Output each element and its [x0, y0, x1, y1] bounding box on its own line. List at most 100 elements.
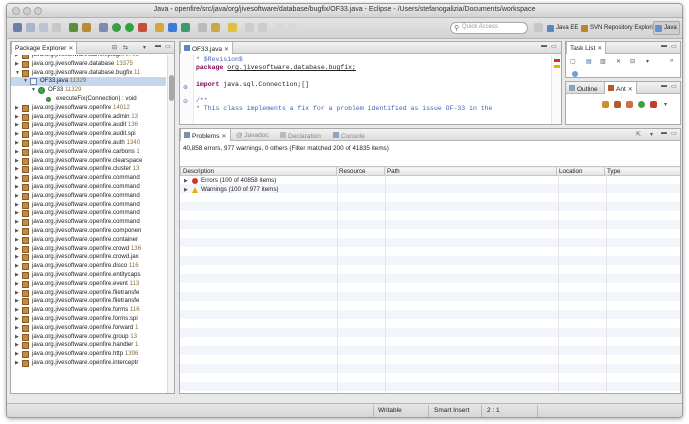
- collapsed-arrow-icon[interactable]: ▶: [15, 316, 19, 322]
- open-type-icon[interactable]: [198, 23, 207, 32]
- collapsed-arrow-icon[interactable]: ▶: [15, 193, 19, 199]
- expanded-arrow-icon[interactable]: ▼: [23, 78, 28, 84]
- collapsed-arrow-icon[interactable]: ▶: [15, 272, 19, 278]
- maximize-view-icon[interactable]: ▭: [671, 130, 677, 137]
- tree-item[interactable]: ▶ java.org.jivesoftware.openfire.disco 11…: [11, 262, 166, 271]
- tree-item[interactable]: ▶ java.org.jivesoftware.openfire.auth 134…: [11, 139, 166, 148]
- tree-item[interactable]: ▶ java.org.jivesoftware.openfire.command: [11, 209, 166, 218]
- collapsed-arrow-icon[interactable]: ▶: [15, 351, 19, 357]
- collapsed-arrow-icon[interactable]: ▶: [15, 122, 19, 128]
- tree-item[interactable]: ▼ OF33.java 11329: [11, 77, 166, 87]
- tab-ant[interactable]: Ant ✕: [604, 82, 637, 94]
- remove-buildfile-icon[interactable]: [650, 101, 657, 108]
- view-menu-icon[interactable]: ▾: [664, 101, 667, 108]
- tree-item[interactable]: ▶ java.org.jivesoftware.openfire.audit.sp…: [11, 130, 166, 139]
- collapsed-arrow-icon[interactable]: ▶: [15, 307, 19, 313]
- maximize-view-icon[interactable]: ▭: [671, 83, 677, 90]
- minimize-view-icon[interactable]: ▬: [661, 130, 667, 136]
- minimize-view-icon[interactable]: ▬: [661, 43, 667, 49]
- collapsed-arrow-icon[interactable]: ▶: [15, 158, 19, 164]
- run-target-icon[interactable]: [638, 101, 645, 108]
- tab-declaration[interactable]: Declaration: [277, 129, 324, 141]
- column-location[interactable]: Location: [556, 166, 605, 176]
- tree-item[interactable]: ▶ java.org.jivesoftware.openfire.http 139…: [11, 350, 166, 359]
- save-icon[interactable]: [26, 23, 35, 32]
- collapsed-arrow-icon[interactable]: ▶: [15, 105, 19, 111]
- collapsed-arrow-icon[interactable]: ▶: [15, 334, 19, 340]
- next-annotation-icon[interactable]: [245, 23, 254, 32]
- close-icon[interactable]: ✕: [628, 87, 633, 93]
- tree-item[interactable]: ▶ java.org.jivesoftware.openfire.forms.sp…: [11, 315, 166, 324]
- collapsed-arrow-icon[interactable]: ▶: [15, 246, 19, 252]
- tree-item[interactable]: ▶ java.org.jivesoftware.openfire.event 11…: [11, 280, 166, 289]
- collapsed-arrow-icon[interactable]: ▶: [184, 187, 188, 193]
- column-type[interactable]: Type: [604, 166, 680, 176]
- view-menu-icon[interactable]: ▾: [650, 131, 653, 138]
- code-area[interactable]: * $Revision$ package org.jivesoftware.dat…: [180, 56, 549, 124]
- categorize-icon[interactable]: ▤: [586, 58, 592, 65]
- tree-item[interactable]: ▶ java.org.jivesoftware.openfire.handler …: [11, 341, 166, 350]
- tree-item[interactable]: ▶ java.org.jivesoftware.openfire.command: [11, 218, 166, 227]
- perspective-java-ee[interactable]: Java EE: [545, 21, 581, 35]
- forward-icon[interactable]: [288, 23, 297, 32]
- tree-item[interactable]: ▼ java.org.jivesoftware.database.bugfix 1…: [11, 69, 166, 78]
- maximize-view-icon[interactable]: ▭: [551, 43, 557, 50]
- build-icon[interactable]: [69, 23, 78, 32]
- filter-icon[interactable]: ✕: [616, 58, 621, 65]
- error-marker[interactable]: [554, 59, 560, 62]
- problem-category-row[interactable]: ▶ Errors (100 of 40858 items): [180, 176, 680, 185]
- link-with-editor-icon[interactable]: ⇆: [123, 44, 128, 51]
- new-icon[interactable]: [13, 23, 22, 32]
- collapsed-arrow-icon[interactable]: ▶: [15, 342, 19, 348]
- collapsed-arrow-icon[interactable]: ▶: [15, 55, 19, 58]
- tree-item[interactable]: ▶ java.org.jivesoftware.openfire.containe…: [11, 236, 166, 245]
- collapsed-arrow-icon[interactable]: ▶: [15, 175, 19, 181]
- tree-item[interactable]: ▶ java.org.jivesoftware.openfire.crowd 13…: [11, 245, 166, 254]
- new-package-icon[interactable]: [168, 23, 177, 32]
- problem-category-row[interactable]: ▶ Warnings (100 of 977 items): [180, 185, 680, 194]
- focus-on-active-task-icon[interactable]: ⇱: [636, 131, 641, 138]
- collapsed-arrow-icon[interactable]: ▶: [15, 290, 19, 296]
- tab-of33-java[interactable]: OF33.java ✕: [180, 42, 234, 54]
- collapsed-arrow-icon[interactable]: ▶: [15, 140, 19, 146]
- collapsed-arrow-icon[interactable]: ▶: [15, 254, 19, 260]
- mark-occurrences-icon[interactable]: [228, 23, 237, 32]
- tree-item[interactable]: ▶ java.org.jivesoftware.openfire.command: [11, 192, 166, 201]
- collapsed-arrow-icon[interactable]: ▶: [15, 149, 19, 155]
- minimize-view-icon[interactable]: ▬: [661, 83, 667, 89]
- tree-item[interactable]: ▶ java.org.jivesoftware.openfire.command: [11, 183, 166, 192]
- maximize-view-icon[interactable]: ▭: [165, 43, 171, 50]
- perspective-java[interactable]: Java: [653, 21, 680, 35]
- warning-marker[interactable]: [554, 65, 560, 68]
- tree-item[interactable]: executeFix(Connection) : void: [11, 95, 166, 104]
- back-icon[interactable]: [275, 23, 284, 32]
- debug-target-icon[interactable]: [99, 23, 108, 32]
- collapsed-arrow-icon[interactable]: ▶: [15, 202, 19, 208]
- expanded-arrow-icon[interactable]: ▼: [31, 87, 36, 93]
- tree-item[interactable]: ▼ OF33 11329: [11, 86, 166, 95]
- tree-item[interactable]: ▶ java.org.jivesoftware.openfire.crowd.ja…: [11, 253, 166, 262]
- connect-mylyn-icon[interactable]: [572, 71, 578, 77]
- quick-access-input[interactable]: ⚲ Quick Access: [450, 22, 528, 34]
- collapsed-arrow-icon[interactable]: ▶: [15, 166, 19, 172]
- save-all-icon[interactable]: [39, 23, 48, 32]
- close-icon[interactable]: ✕: [68, 46, 73, 52]
- collapsed-arrow-icon[interactable]: ▶: [15, 131, 19, 137]
- hide-internal-targets-icon[interactable]: [626, 101, 633, 108]
- svn-icon[interactable]: [82, 23, 91, 32]
- tab-console[interactable]: Console: [330, 129, 368, 141]
- collapsed-arrow-icon[interactable]: ▶: [15, 184, 19, 190]
- tree-item[interactable]: ▶ java.org.jivesoftware.openfire.command: [11, 174, 166, 183]
- collapsed-arrow-icon[interactable]: ▶: [15, 210, 19, 216]
- tab-outline[interactable]: Outline: [566, 82, 601, 94]
- new-java-project-icon[interactable]: [155, 23, 164, 32]
- column-path[interactable]: Path: [384, 166, 557, 176]
- collapsed-arrow-icon[interactable]: ▶: [15, 281, 19, 287]
- scroll-right-icon[interactable]: »: [670, 58, 673, 64]
- external-tools-icon[interactable]: [138, 23, 147, 32]
- vertical-scrollbar[interactable]: [167, 55, 174, 393]
- tree-item[interactable]: ▶ java.org.jivesoftware.openfire.filetran…: [11, 289, 166, 298]
- new-class-icon[interactable]: [181, 23, 190, 32]
- collapsed-arrow-icon[interactable]: ▶: [15, 237, 19, 243]
- close-icon[interactable]: ✕: [221, 134, 226, 140]
